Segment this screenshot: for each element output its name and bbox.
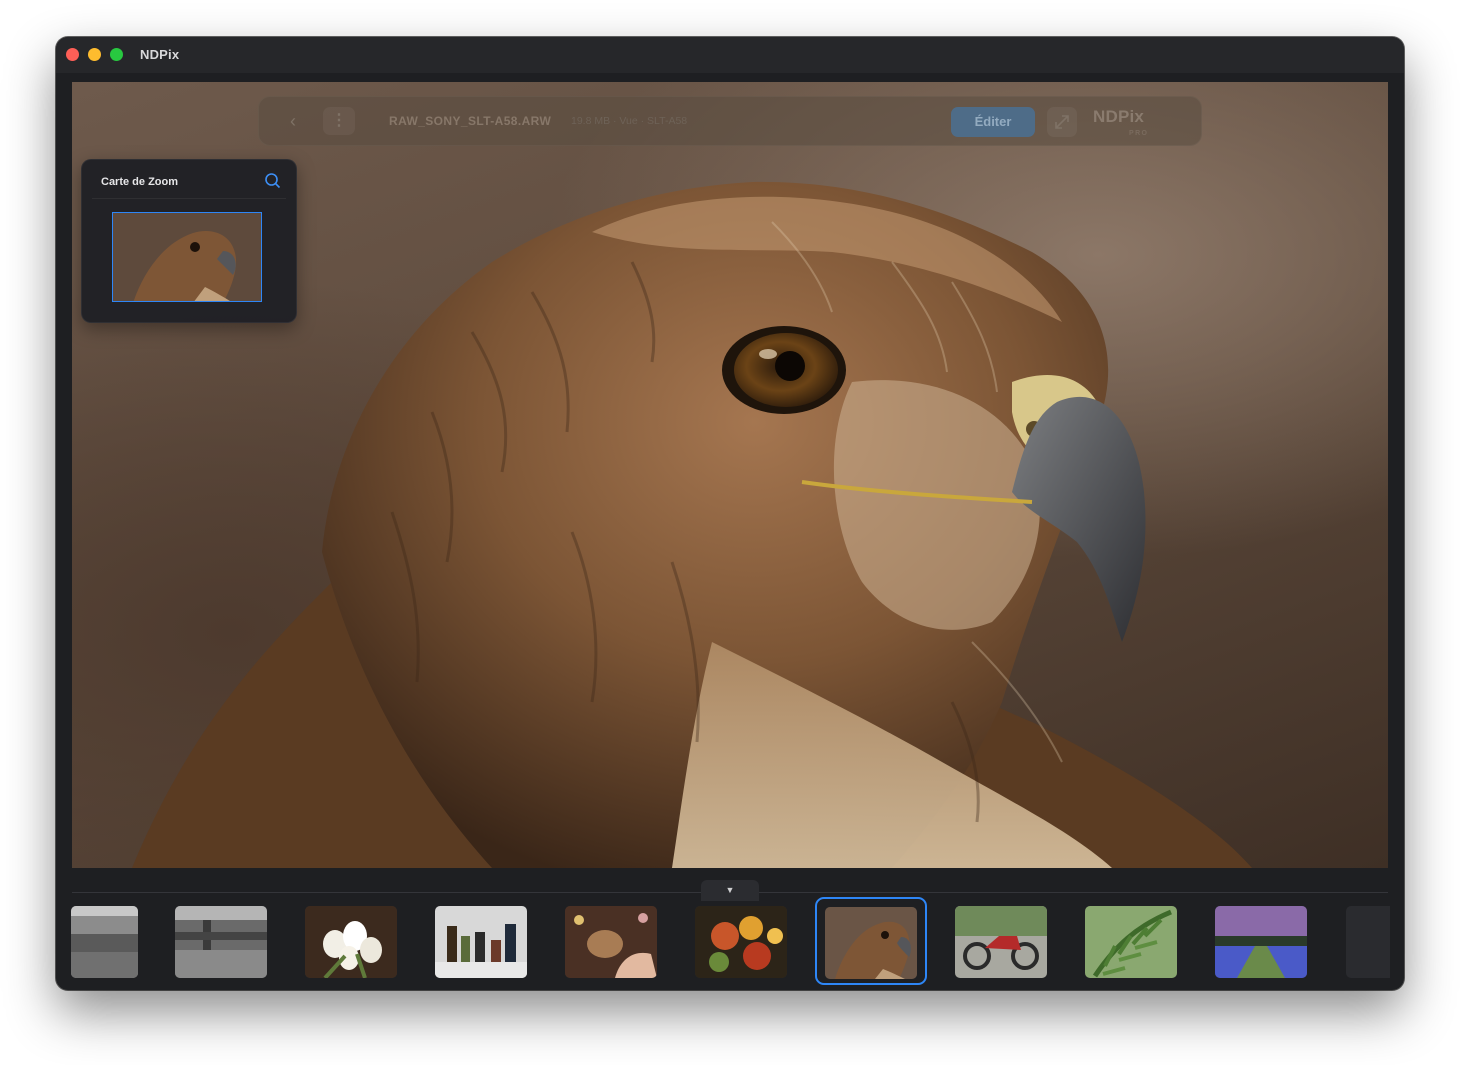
zoom-map-panel: Carte de Zoom	[81, 159, 297, 323]
thumbnail-hawk[interactable]	[825, 907, 917, 979]
thumbnail-hamster[interactable]	[565, 906, 657, 978]
thumbnail-pier[interactable]	[175, 906, 267, 978]
filmstrip-toggle-button[interactable]: ▼	[701, 880, 759, 901]
thumbnail-harbor[interactable]	[71, 906, 138, 978]
app-logo-tier: PRO	[1129, 130, 1149, 137]
close-window-button[interactable]	[66, 48, 79, 61]
viewer-toolbar: ‹ ⋮ RAW_SONY_SLT-A58.ARW 19.8 MB · Vue ·…	[258, 96, 1202, 146]
thumbnail-flower-field[interactable]	[1215, 906, 1307, 978]
file-meta: 19.8 MB · Vue · SLT-A58	[571, 115, 688, 127]
back-button[interactable]: ‹	[281, 109, 305, 133]
minimize-window-button[interactable]	[88, 48, 101, 61]
thumbnail-autumn-leaves[interactable]	[695, 906, 787, 978]
thumbnail-motorcycle[interactable]	[955, 906, 1047, 978]
zoom-search-button[interactable]	[263, 171, 283, 191]
thumbnail-tulips[interactable]	[305, 906, 397, 978]
title-bar: NDPix	[56, 37, 1404, 73]
zoom-viewport[interactable]	[112, 212, 262, 302]
expand-icon	[1055, 115, 1069, 129]
chevron-down-icon: ▼	[725, 885, 735, 895]
search-icon	[265, 173, 281, 189]
app-window: NDPix ‹ ⋮ RAW_SONY_SLT-A58.ARW 19.8 MB ·…	[56, 37, 1404, 990]
more-options-button[interactable]: ⋮	[323, 107, 355, 135]
zoom-map-divider	[92, 198, 286, 199]
thumbnail-bottles[interactable]	[435, 906, 527, 978]
thumbnail-fern[interactable]	[1085, 906, 1177, 978]
photo-viewer[interactable]: ‹ ⋮ RAW_SONY_SLT-A58.ARW 19.8 MB · Vue ·…	[72, 82, 1388, 868]
zoom-map-title: Carte de Zoom	[101, 176, 179, 188]
edit-button[interactable]: Éditer	[951, 107, 1035, 137]
maximize-window-button[interactable]	[110, 48, 123, 61]
app-title: NDPix	[140, 47, 180, 62]
thumbnail-partial[interactable]	[1346, 906, 1390, 978]
fullscreen-button[interactable]	[1047, 107, 1077, 137]
file-name: RAW_SONY_SLT-A58.ARW	[389, 114, 552, 128]
app-logo: NDPix	[1093, 107, 1145, 126]
